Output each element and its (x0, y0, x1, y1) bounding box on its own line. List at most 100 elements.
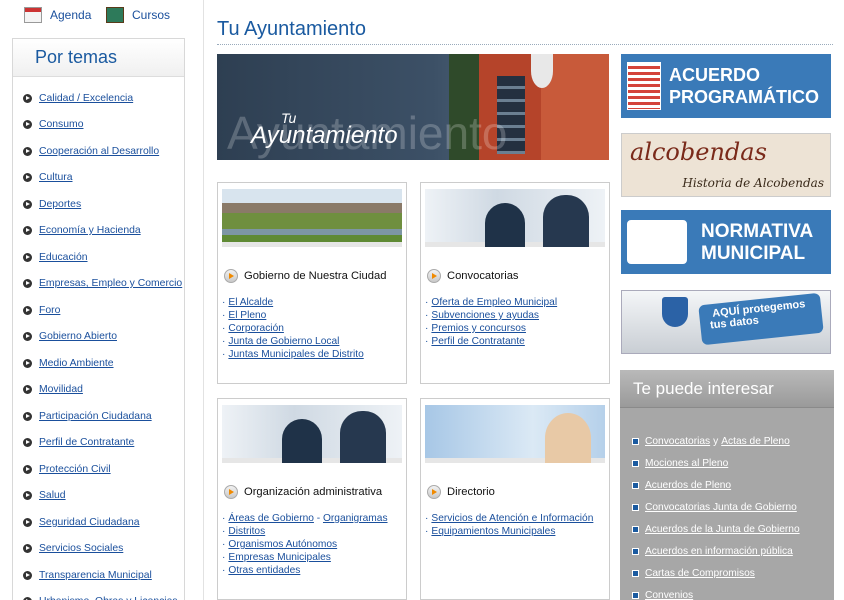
interest-item: Acuerdos de Pleno (620, 474, 834, 496)
square-bullet-icon (632, 437, 639, 445)
bullet-arrow-icon (23, 411, 32, 421)
box-link[interactable]: Organigramas (323, 513, 388, 524)
sidebar-link[interactable]: Servicios Sociales (39, 543, 123, 554)
bullet-arrow-icon (23, 385, 32, 395)
sidebar-link[interactable]: Movilidad (39, 384, 83, 395)
box-link-item: Juntas Municipales de Distrito (222, 348, 363, 361)
interest-link[interactable]: Mociones al Pleno (645, 458, 728, 469)
agenda-link[interactable]: Agenda (24, 0, 91, 30)
arrow-right-icon (224, 485, 238, 499)
sidebar-item: Consumo (13, 112, 184, 139)
arrow-right-icon (427, 269, 441, 283)
sidebar-item: Transparencia Municipal (13, 562, 184, 589)
box-links: El Alcalde El Pleno Corporación Junta de Go… (222, 296, 364, 361)
interest-link[interactable]: Acuerdos en información pública (645, 546, 793, 557)
sidebar-link[interactable]: Deportes (39, 199, 81, 210)
box-link[interactable]: Empresas Municipales (228, 552, 330, 563)
sidebar-link[interactable]: Gobierno Abierto (39, 331, 117, 342)
sidebar-link[interactable]: Educación (39, 252, 88, 263)
box-heading[interactable]: Directorio (427, 485, 495, 499)
box-link[interactable]: Oferta de Empleo Municipal (431, 297, 557, 308)
historia-alcobendas-banner[interactable]: alcobendas Historia de Alcobendas (621, 133, 831, 197)
box-link-item: Áreas de Gobierno - Organigramas (222, 512, 388, 525)
box-link-item: Organismos Autónomos (222, 538, 388, 551)
arrow-right-icon (224, 269, 238, 283)
box-link-item: Subvenciones y ayudas (425, 309, 557, 322)
box-link[interactable]: Otras entidades (228, 565, 300, 576)
shield-icon (662, 297, 688, 327)
sidebar-link[interactable]: Seguridad Ciudadana (39, 517, 140, 528)
box-link[interactable]: Organismos Autónomos (228, 539, 337, 550)
box-organizacion: Organización administrativa Áreas de Gob… (217, 398, 407, 600)
acuerdo-programatico-banner[interactable]: ACUERDO PROGRAMÁTICO (621, 54, 831, 118)
box-heading-label: Directorio (447, 486, 495, 498)
sidebar-link[interactable]: Perfil de Contratante (39, 437, 134, 448)
box-link[interactable]: El Alcalde (228, 297, 273, 308)
calendar-icon (24, 7, 42, 23)
interest-item: Mociones al Pleno (620, 452, 834, 474)
interest-link[interactable]: Cartas de Compromisos (645, 568, 755, 579)
interest-link[interactable]: Convocatorias (645, 436, 710, 447)
team-photo (222, 405, 402, 463)
box-link-item: Empresas Municipales (222, 551, 388, 564)
sidebar-link[interactable]: Urbanismo, Obras y Licencias (39, 596, 178, 600)
box-link-item: Junta de Gobierno Local (222, 335, 364, 348)
box-link[interactable]: Subvenciones y ayudas (431, 310, 539, 321)
interest-link[interactable]: Acuerdos de Pleno (645, 480, 731, 491)
documents-icon (627, 62, 661, 110)
box-link[interactable]: El Pleno (228, 310, 266, 321)
sidebar-link[interactable]: Medio Ambiente (39, 358, 114, 369)
cursos-link[interactable]: Cursos (106, 0, 170, 30)
sidebar-link[interactable]: Cultura (39, 172, 73, 183)
interest-item: Convocatorias y Actas de Pleno (620, 430, 834, 452)
hero-title: Ayuntamiento (251, 122, 398, 149)
box-link[interactable]: Juntas Municipales de Distrito (228, 349, 363, 360)
box-link[interactable]: Premios y concursos (431, 323, 526, 334)
box-link[interactable]: Distritos (228, 526, 265, 537)
normativa-municipal-banner[interactable]: NORMATIVA MUNICIPAL (621, 210, 831, 274)
sidebar-link[interactable]: Salud (39, 490, 66, 501)
sidebar-link[interactable]: Foro (39, 305, 60, 316)
interest-link[interactable]: Convocatorias Junta de Gobierno (645, 502, 797, 513)
sidebar-link[interactable]: Empresas, Empleo y Comercio (39, 278, 182, 289)
box-links: Servicios de Atención e Información Equip… (425, 512, 593, 538)
sidebar-link[interactable]: Transparencia Municipal (39, 570, 152, 581)
box-link-item: El Alcalde (222, 296, 364, 309)
box-link[interactable]: Perfil de Contratante (431, 336, 524, 347)
interest-link[interactable]: Actas de Pleno (721, 436, 790, 447)
bullet-arrow-icon (23, 279, 32, 289)
sidebar-item: Salud (13, 483, 184, 510)
interest-item: Acuerdos en información pública (620, 540, 834, 562)
cursos-label: Cursos (132, 8, 171, 22)
box-link-item: Servicios de Atención e Información (425, 512, 593, 525)
interest-link[interactable]: Acuerdos de la Junta de Gobierno (645, 524, 800, 535)
sidebar-link[interactable]: Protección Civil (39, 464, 111, 475)
box-link[interactable]: Áreas de Gobierno (228, 513, 314, 524)
box-link[interactable]: Servicios de Atención e Información (431, 513, 593, 524)
sidebar-link[interactable]: Cooperación al Desarrollo (39, 146, 159, 157)
sidebar-link[interactable]: Economía y Hacienda (39, 225, 141, 236)
sidebar-link[interactable]: Calidad / Excelencia (39, 93, 133, 104)
box-heading[interactable]: Organización administrativa (224, 485, 382, 499)
proteccion-datos-banner[interactable]: AQUÍ protegemos tus datos (621, 290, 831, 354)
sidebar-link[interactable]: Consumo (39, 119, 83, 130)
sidebar-item: Deportes (13, 191, 184, 218)
box-heading[interactable]: Gobierno de Nuestra Ciudad (224, 269, 386, 283)
interest-link[interactable]: Convenios (645, 590, 693, 600)
square-bullet-icon (632, 481, 639, 489)
interest-panel: Te puede interesar Convocatorias y Actas… (620, 370, 834, 600)
box-link[interactable]: Junta de Gobierno Local (228, 336, 339, 347)
box-link[interactable]: Corporación (228, 323, 284, 334)
bullet-arrow-icon (23, 570, 32, 580)
sidebar-item: Perfil de Contratante (13, 430, 184, 457)
box-heading-label: Organización administrativa (244, 486, 383, 498)
sidebar-link[interactable]: Participación Ciudadana (39, 411, 152, 422)
sidebar-item: Foro (13, 297, 184, 324)
sidebar-item: Educación (13, 244, 184, 271)
bullet-arrow-icon (23, 332, 32, 342)
box-link[interactable]: Equipamientos Municipales (431, 526, 555, 537)
bullet-arrow-icon (23, 252, 32, 262)
park-photo (222, 189, 402, 247)
bullet-arrow-icon (23, 517, 32, 527)
box-heading[interactable]: Convocatorias (427, 269, 519, 283)
